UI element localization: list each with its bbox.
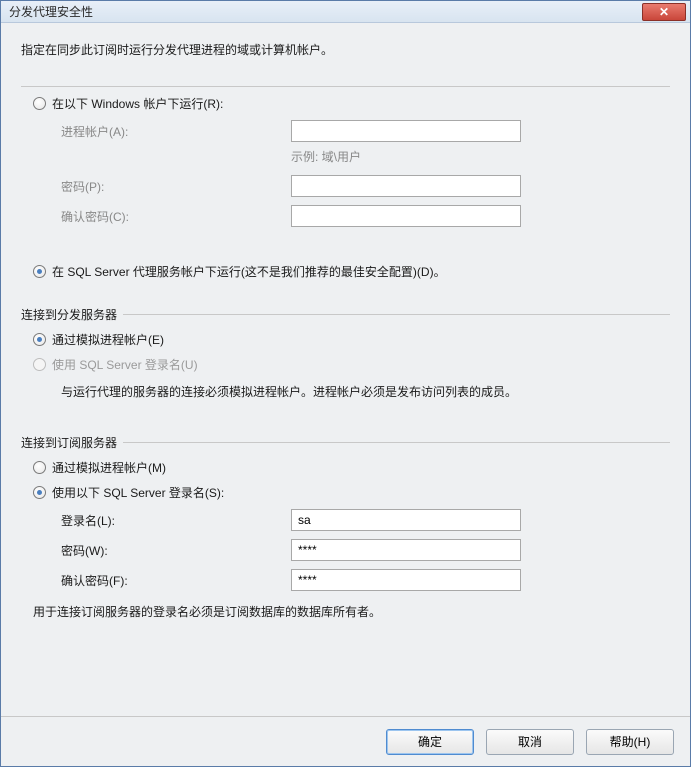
subscriber-note: 用于连接订阅服务器的登录名必须是订阅数据库的数据库所有者。	[33, 603, 670, 622]
confirm-label-top: 确认密码(C):	[61, 208, 291, 225]
field-password-sub: 密码(W):	[61, 539, 670, 561]
field-process-account: 进程帐户(A):	[61, 120, 670, 142]
radio-label: 在以下 Windows 帐户下运行(R):	[52, 95, 223, 112]
radio-distributor-sqllogin: 使用 SQL Server 登录名(U)	[33, 356, 670, 373]
field-login: 登录名(L):	[61, 509, 670, 531]
password-label-top: 密码(P):	[61, 178, 291, 195]
confirm-label-sub: 确认密码(F):	[61, 572, 291, 589]
section-distributor: 连接到分发服务器	[21, 306, 670, 323]
confirm-input-top[interactable]	[291, 205, 521, 227]
radio-label: 使用 SQL Server 登录名(U)	[52, 356, 198, 373]
section-subscriber: 连接到订阅服务器	[21, 434, 670, 451]
radio-icon	[33, 97, 46, 110]
process-account-label: 进程帐户(A):	[61, 123, 291, 140]
instruction-text: 指定在同步此订阅时运行分发代理进程的域或计算机帐户。	[21, 41, 670, 58]
distributor-note: 与运行代理的服务器的连接必须模拟进程帐户。进程帐户必须是发布访问列表的成员。	[61, 383, 670, 402]
section-divider	[123, 314, 670, 315]
field-confirm-top: 确认密码(C):	[61, 205, 670, 227]
confirm-input-sub[interactable]	[291, 569, 521, 591]
radio-subscriber-impersonate[interactable]: 通过模拟进程帐户(M)	[33, 459, 670, 476]
field-confirm-sub: 确认密码(F):	[61, 569, 670, 591]
radio-icon	[33, 333, 46, 346]
window-title: 分发代理安全性	[9, 3, 642, 20]
process-account-hint: 示例: 域\用户	[291, 148, 670, 165]
radio-label: 使用以下 SQL Server 登录名(S):	[52, 484, 224, 501]
dialog-window: 分发代理安全性 ✕ 指定在同步此订阅时运行分发代理进程的域或计算机帐户。 在以下…	[0, 0, 691, 767]
dialog-content: 指定在同步此订阅时运行分发代理进程的域或计算机帐户。 在以下 Windows 帐…	[1, 23, 690, 716]
radio-icon	[33, 358, 46, 371]
section-divider	[123, 442, 670, 443]
radio-distributor-impersonate[interactable]: 通过模拟进程帐户(E)	[33, 331, 670, 348]
section-subscriber-title: 连接到订阅服务器	[21, 434, 117, 451]
radio-icon	[33, 461, 46, 474]
radio-icon	[33, 486, 46, 499]
login-input[interactable]	[291, 509, 521, 531]
radio-label: 在 SQL Server 代理服务帐户下运行(这不是我们推荐的最佳安全配置)(D…	[52, 263, 446, 280]
ok-button[interactable]: 确定	[386, 729, 474, 755]
close-button[interactable]: ✕	[642, 3, 686, 21]
button-bar: 确定 取消 帮助(H)	[1, 716, 690, 766]
password-input-sub[interactable]	[291, 539, 521, 561]
section-distributor-title: 连接到分发服务器	[21, 306, 117, 323]
password-label-sub: 密码(W):	[61, 542, 291, 559]
radio-icon	[33, 265, 46, 278]
radio-label: 通过模拟进程帐户(M)	[52, 459, 166, 476]
help-button[interactable]: 帮助(H)	[586, 729, 674, 755]
title-bar: 分发代理安全性 ✕	[1, 1, 690, 23]
section-divider-top	[21, 86, 670, 87]
login-label: 登录名(L):	[61, 512, 291, 529]
radio-run-as-windows[interactable]: 在以下 Windows 帐户下运行(R):	[33, 95, 670, 112]
password-input-top[interactable]	[291, 175, 521, 197]
process-account-input[interactable]	[291, 120, 521, 142]
radio-run-as-sqlagent[interactable]: 在 SQL Server 代理服务帐户下运行(这不是我们推荐的最佳安全配置)(D…	[33, 263, 670, 280]
radio-label: 通过模拟进程帐户(E)	[52, 331, 164, 348]
close-icon: ✕	[659, 5, 669, 19]
cancel-button[interactable]: 取消	[486, 729, 574, 755]
field-password-top: 密码(P):	[61, 175, 670, 197]
radio-subscriber-sqllogin[interactable]: 使用以下 SQL Server 登录名(S):	[33, 484, 670, 501]
